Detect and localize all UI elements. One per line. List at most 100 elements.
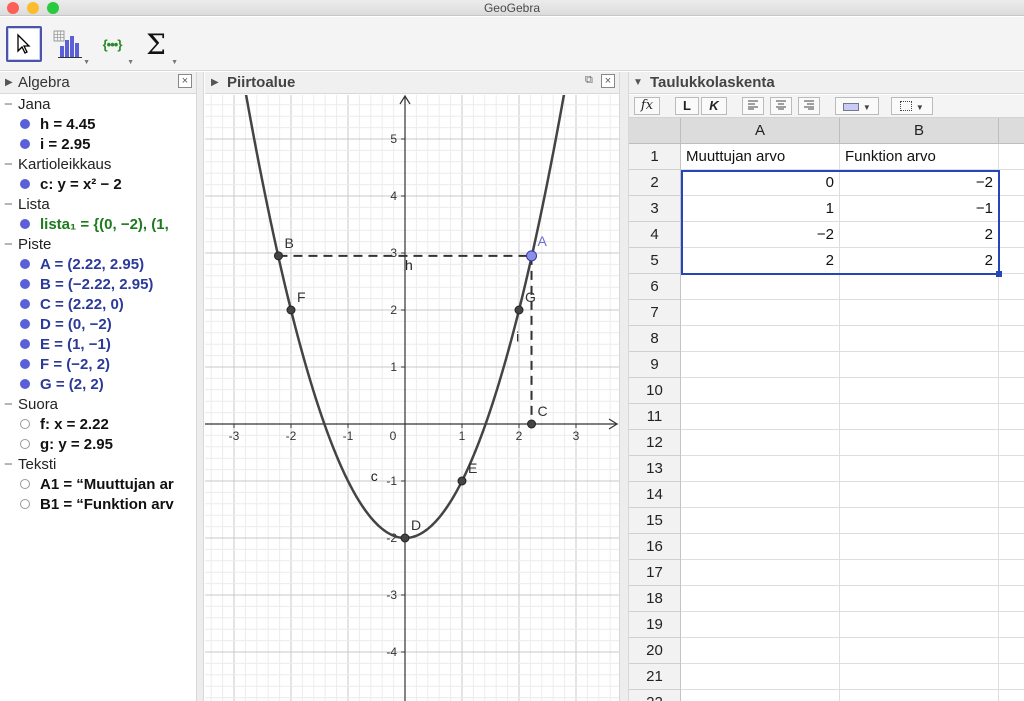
- sheet-cell[interactable]: [681, 430, 840, 456]
- sheet-cell[interactable]: [999, 664, 1024, 690]
- visibility-toggle-icon[interactable]: [20, 439, 30, 449]
- sheet-cell[interactable]: [840, 534, 999, 560]
- row-header[interactable]: 9: [629, 352, 681, 378]
- collapse-minus-icon[interactable]: −: [4, 236, 18, 253]
- row-header[interactable]: 1: [629, 144, 681, 170]
- column-header-A[interactable]: A: [681, 118, 840, 144]
- collapse-minus-icon[interactable]: −: [4, 396, 18, 413]
- list-tool-button[interactable]: {•••} ▼: [94, 26, 134, 67]
- point-A[interactable]: [526, 250, 538, 262]
- sheet-cell[interactable]: [840, 560, 999, 586]
- row-header[interactable]: 19: [629, 612, 681, 638]
- sheet-cell[interactable]: [999, 612, 1024, 638]
- algebra-item[interactable]: E = (1, −1): [20, 336, 111, 356]
- visibility-toggle-icon[interactable]: [20, 359, 30, 369]
- sheet-cell[interactable]: [681, 690, 840, 701]
- sheet-cell[interactable]: [999, 482, 1024, 508]
- algebra-category[interactable]: − Teksti: [4, 456, 56, 476]
- visibility-toggle-icon[interactable]: [20, 339, 30, 349]
- bold-button[interactable]: L: [675, 97, 699, 115]
- sheet-cell[interactable]: [681, 326, 840, 352]
- graphics-canvas[interactable]: -3 -2 -1 0 1 2 354321-1-2-3-4hicABCDEF G: [205, 95, 619, 701]
- row-header[interactable]: 12: [629, 430, 681, 456]
- sheet-cell[interactable]: [681, 560, 840, 586]
- algebra-item[interactable]: h = 4.45: [20, 116, 95, 136]
- algebra-item[interactable]: f: x = 2.22: [20, 416, 109, 436]
- sheet-cell[interactable]: [999, 248, 1024, 274]
- visibility-toggle-icon[interactable]: [20, 139, 30, 149]
- sheet-cell[interactable]: [999, 144, 1024, 170]
- sheet-cell[interactable]: 1: [681, 196, 840, 222]
- sheet-cell[interactable]: [681, 664, 840, 690]
- bar-chart-tool-button[interactable]: ▼: [50, 26, 90, 66]
- sheet-cell[interactable]: [681, 586, 840, 612]
- sheet-cell[interactable]: [681, 378, 840, 404]
- collapse-minus-icon[interactable]: −: [4, 456, 18, 473]
- sheet-cell[interactable]: Funktion arvo: [840, 144, 999, 170]
- sheet-cell[interactable]: [999, 456, 1024, 482]
- sheet-cell[interactable]: [681, 352, 840, 378]
- close-graphics-button[interactable]: ×: [601, 74, 615, 88]
- sheet-cell[interactable]: [840, 326, 999, 352]
- undock-icon[interactable]: ⧉: [585, 74, 593, 87]
- algebra-item[interactable]: A1 = “Muuttujan ar: [20, 476, 174, 496]
- sheet-cell[interactable]: [999, 170, 1024, 196]
- sheet-cell[interactable]: [681, 508, 840, 534]
- column-header-B[interactable]: B: [840, 118, 999, 144]
- sheet-cell[interactable]: [681, 404, 840, 430]
- graphics-view[interactable]: -3 -2 -1 0 1 2 3 5 4 3 2 1 -1 -2 -3 -4 h i c A B C D E F G: [205, 95, 619, 701]
- collapse-triangle-icon[interactable]: ▶: [211, 77, 219, 88]
- visibility-toggle-icon[interactable]: [20, 479, 30, 489]
- column-header-C[interactable]: [999, 118, 1024, 144]
- sheet-cell[interactable]: [840, 482, 999, 508]
- point-E[interactable]: [457, 476, 467, 486]
- sheet-cell[interactable]: [840, 690, 999, 701]
- collapse-minus-icon[interactable]: −: [4, 156, 18, 173]
- visibility-toggle-icon[interactable]: [20, 119, 30, 129]
- sheet-cell[interactable]: [999, 352, 1024, 378]
- row-header[interactable]: 17: [629, 560, 681, 586]
- algebra-item[interactable]: G = (2, 2): [20, 376, 104, 396]
- collapse-minus-icon[interactable]: −: [4, 196, 18, 213]
- sum-tool-button[interactable]: Σ ▼: [138, 26, 178, 67]
- row-header[interactable]: 3: [629, 196, 681, 222]
- point-D[interactable]: [400, 533, 410, 543]
- sheet-cell[interactable]: [999, 378, 1024, 404]
- close-algebra-button[interactable]: ×: [178, 74, 192, 88]
- sheet-corner[interactable]: [629, 118, 681, 144]
- align-right-button[interactable]: [798, 97, 820, 115]
- row-header[interactable]: 22: [629, 690, 681, 701]
- visibility-toggle-icon[interactable]: [20, 259, 30, 269]
- row-header[interactable]: 14: [629, 482, 681, 508]
- align-left-button[interactable]: [742, 97, 764, 115]
- algebra-category[interactable]: − Lista: [4, 196, 50, 216]
- expand-triangle-icon[interactable]: ▼: [633, 77, 643, 88]
- align-center-button[interactable]: [770, 97, 792, 115]
- algebra-category[interactable]: − Kartioleikkaus: [4, 156, 111, 176]
- algebra-item[interactable]: D = (0, −2): [20, 316, 112, 336]
- algebra-item[interactable]: F = (−2, 2): [20, 356, 110, 376]
- row-header[interactable]: 8: [629, 326, 681, 352]
- visibility-toggle-icon[interactable]: [20, 299, 30, 309]
- sheet-cell[interactable]: [681, 534, 840, 560]
- sheet-cell[interactable]: 2: [681, 248, 840, 274]
- sheet-cell[interactable]: [999, 534, 1024, 560]
- algebra-item[interactable]: B1 = “Funktion arv: [20, 496, 174, 516]
- sheet-cell[interactable]: [681, 456, 840, 482]
- sheet-cell[interactable]: [999, 430, 1024, 456]
- algebra-item[interactable]: C = (2.22, 0): [20, 296, 124, 316]
- sheet-cell[interactable]: [999, 508, 1024, 534]
- fx-button[interactable]: fx: [634, 97, 660, 115]
- sheet-cell[interactable]: 2: [840, 222, 999, 248]
- visibility-toggle-icon[interactable]: [20, 499, 30, 509]
- algebra-category[interactable]: − Suora: [4, 396, 58, 416]
- border-button[interactable]: ▼: [891, 97, 933, 115]
- sheet-cell[interactable]: [999, 300, 1024, 326]
- row-header[interactable]: 21: [629, 664, 681, 690]
- point-B[interactable]: [273, 251, 283, 261]
- row-header[interactable]: 5: [629, 248, 681, 274]
- sheet-cell[interactable]: [999, 326, 1024, 352]
- sheet-cell[interactable]: [840, 352, 999, 378]
- background-color-button[interactable]: ▼: [835, 97, 879, 115]
- point-C[interactable]: [527, 419, 537, 429]
